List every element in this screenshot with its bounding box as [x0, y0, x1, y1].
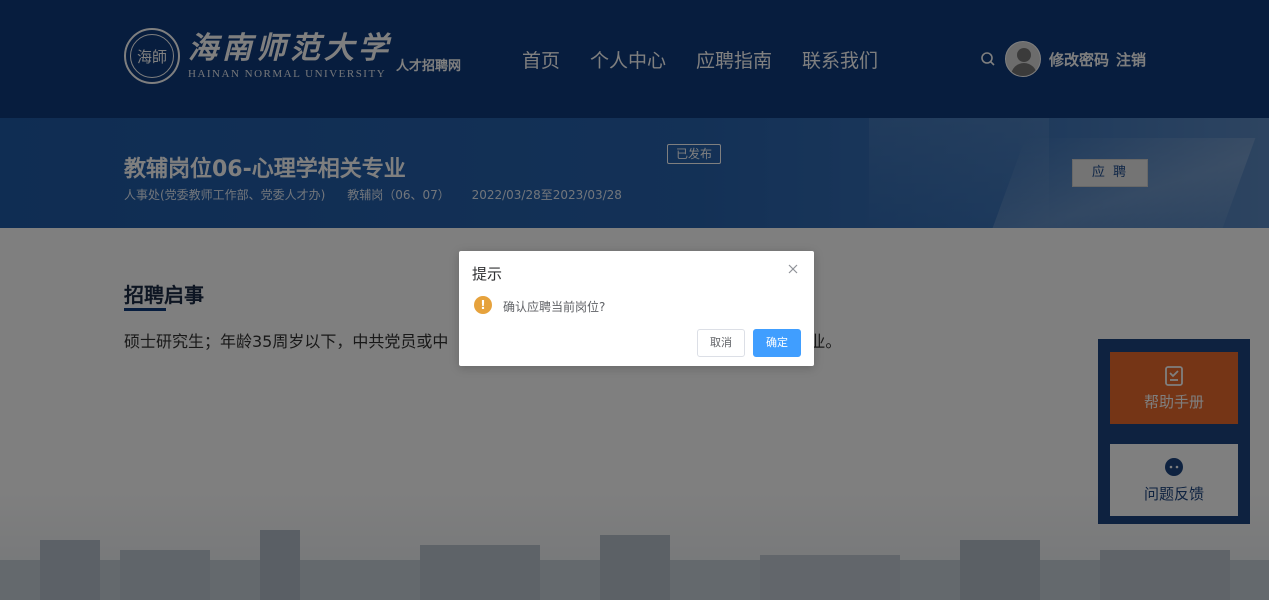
dialog-title: 提示: [472, 265, 503, 283]
close-icon[interactable]: [786, 263, 800, 277]
warning-icon: !: [474, 296, 492, 314]
cancel-button[interactable]: 取消: [697, 329, 745, 357]
confirm-button[interactable]: 确定: [753, 329, 801, 357]
dialog-message: 确认应聘当前岗位?: [503, 300, 606, 314]
confirm-dialog: 提示 ! 确认应聘当前岗位? 取消 确定: [459, 251, 814, 366]
